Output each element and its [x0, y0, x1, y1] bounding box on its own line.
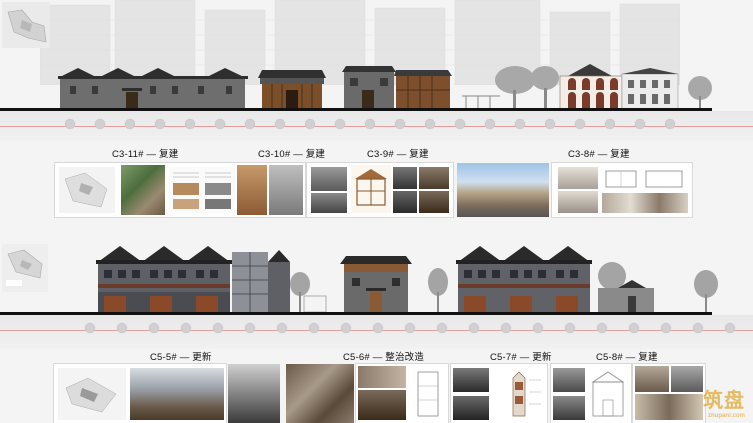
sheet-c3-9	[307, 163, 453, 217]
caption-c5-8: C5-8# — 复建	[596, 352, 658, 363]
caption-c3-11: C3-11# — 复建	[112, 149, 179, 160]
key-plan-upper	[2, 2, 50, 48]
sheet-c5-8-photos	[633, 364, 705, 423]
sheet-c5-7	[451, 364, 547, 423]
caption-c5-6: C5-6# — 整治改造	[343, 352, 425, 363]
building-c5-5-elevation	[96, 246, 290, 312]
c5-5-render-thumb	[130, 368, 224, 420]
road-trees-upper	[64, 118, 676, 130]
model-thumb-5	[393, 191, 417, 213]
model-thumb-1	[311, 167, 347, 191]
building-c3-9-elevation	[342, 66, 452, 109]
building-c5-7-elevation	[456, 246, 592, 312]
lower-street-elevation	[96, 246, 718, 313]
c5-8-model-2	[553, 396, 585, 420]
watermark-subtext: zhupanr.com	[707, 413, 745, 419]
gate-elevation	[303, 295, 327, 313]
model-thumb-2	[311, 193, 347, 213]
facade-photos-thumb	[602, 193, 688, 213]
aerial-photo-thumb	[121, 165, 165, 215]
caption-c3-8: C3-8# — 复建	[568, 149, 630, 160]
c5-6-photo-1	[358, 366, 406, 388]
caption-c3-10: C3-10# — 复建	[258, 149, 326, 160]
model-thumb-c3-8-2	[558, 191, 598, 213]
c5-7-model-2	[453, 396, 489, 420]
c5-6-section-drawing	[410, 366, 446, 421]
caption-c3-9: C3-9# — 复建	[367, 149, 429, 160]
caption-c5-5: C5-5# — 更新	[150, 352, 212, 363]
c5-6-street-photo	[286, 364, 354, 423]
aerial-model-thumb	[58, 368, 126, 420]
road-trees-lower	[84, 322, 736, 334]
c5-6-photo-2	[358, 390, 406, 420]
watermark-text: 筑盘	[703, 390, 745, 412]
wood-facade-thumb	[237, 165, 267, 215]
site-plan-thumb	[59, 167, 115, 213]
sheet-c5-8	[551, 364, 631, 423]
model-thumb-4	[419, 167, 449, 189]
c5-5-model-thumb	[228, 364, 280, 423]
wood-frame-drawing-thumb	[351, 165, 391, 213]
c5-7-model-1	[453, 368, 489, 392]
model-thumb-c3-8-1	[558, 167, 598, 189]
building-c3-10-elevation	[258, 70, 326, 109]
model-thumb-6	[419, 191, 449, 213]
building-c3-11-elevation	[58, 68, 248, 109]
watermark-logo: 筑盘 zhupanr.com	[703, 384, 745, 419]
model-thumb-3	[393, 167, 417, 189]
c5-7-detail-drawing	[493, 368, 545, 420]
c5-8-photo-2	[671, 366, 703, 392]
street-photo-c3-8	[457, 163, 549, 217]
sheet-c5-5	[54, 364, 226, 423]
sheet-c5-6	[356, 364, 448, 423]
design-board: C3-11# — 复建 C3-10# — 复建 C3-9# — 复建 C3-8#…	[0, 0, 753, 423]
building-c3-8-elevation	[559, 64, 679, 110]
plan-drawing-thumb	[602, 167, 688, 191]
c5-8-elevation-drawing	[587, 368, 629, 420]
sheet-c3-11	[55, 163, 305, 217]
drawing-sheet-thumb	[169, 167, 235, 213]
caption-c5-7: C5-7# — 更新	[490, 352, 552, 363]
c5-8-model-1	[553, 368, 585, 392]
building-c5-6-elevation	[340, 256, 412, 312]
sheet-c3-8	[552, 163, 692, 217]
upper-street-elevation	[58, 64, 712, 110]
c5-8-photo-1	[635, 366, 669, 392]
model-render-thumb	[269, 165, 303, 215]
c5-8-photo-3	[635, 394, 703, 420]
